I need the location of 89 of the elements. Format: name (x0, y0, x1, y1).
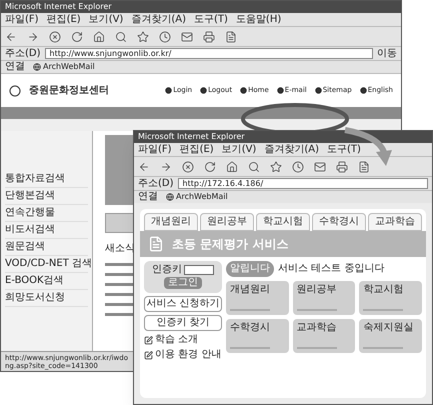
window-title: Microsoft Internet Explorer (138, 133, 245, 141)
sidebar-item[interactable]: E-BOOK검색 (5, 273, 88, 290)
menu-item[interactable]: 파일(F) (5, 14, 39, 24)
clock-icon[interactable] (292, 160, 304, 172)
tab[interactable]: 교과학습 (368, 213, 422, 231)
sidebar-item[interactable]: 비도서검색 (5, 222, 88, 239)
tab[interactable]: 수학경시 (312, 213, 366, 231)
address-label: 주소(D) (138, 178, 174, 188)
star-icon[interactable] (270, 160, 282, 172)
category-card[interactable]: 원리공부 (292, 281, 356, 315)
note-icon (144, 336, 153, 344)
refresh-icon[interactable] (204, 160, 216, 172)
category-card[interactable]: 수학경시 (226, 319, 289, 353)
printer-icon[interactable] (336, 160, 348, 172)
login-button[interactable]: 로그인 (164, 277, 202, 289)
bullet-icon (314, 87, 322, 94)
menu-item[interactable]: 즐겨찾기(A) (264, 144, 319, 154)
category-card[interactable]: 교과학습 (292, 319, 356, 353)
menu-item[interactable]: 도구(T) (194, 14, 228, 24)
card-title: 교과학습 (296, 323, 337, 333)
side-link[interactable]: 이용 환경 안내 (144, 349, 222, 361)
mail-icon[interactable] (314, 160, 326, 172)
bullet-icon (165, 87, 172, 94)
home-icon[interactable] (93, 30, 105, 42)
card-title: 수학경시 (230, 323, 270, 333)
tab[interactable]: 학교시험 (256, 213, 310, 231)
notice-badge: 알립니다 (226, 261, 274, 277)
star-icon[interactable] (137, 30, 149, 42)
menu-item[interactable]: 즐겨찾기(A) (131, 14, 186, 24)
bullet-icon (360, 87, 367, 94)
logo-icon (9, 84, 21, 96)
links-label: 연결 (138, 192, 158, 202)
bullet-icon (276, 87, 284, 94)
card-title: 학교시험 (363, 285, 404, 295)
card-title: 숙제지원실 (363, 323, 414, 333)
forward-icon[interactable] (27, 30, 39, 42)
category-card[interactable]: 학교시험 (359, 281, 422, 315)
stop-icon[interactable] (49, 30, 61, 42)
address-field[interactable]: http://172.16.4.186/ (178, 178, 428, 189)
back-icon[interactable] (138, 160, 150, 172)
login-label: 인증키 (152, 265, 182, 275)
key-input[interactable] (184, 265, 214, 275)
search-icon[interactable] (115, 30, 127, 42)
sidebar-item[interactable]: 통합자료검색 (5, 171, 88, 188)
menu-item[interactable]: 편집(E) (46, 14, 81, 24)
refresh-icon[interactable] (71, 30, 83, 42)
side-link[interactable]: 학습 소개 (144, 334, 222, 346)
address-field[interactable]: http://www.snjungwonlib.or.kr/ (44, 48, 373, 59)
banner-title: 초등 문제평가 서비스 (172, 236, 288, 253)
printer-icon[interactable] (203, 30, 215, 42)
menu-item[interactable]: 편집(E) (180, 144, 214, 154)
category-card[interactable]: 숙제지원실 (359, 319, 422, 353)
document-icon[interactable] (225, 30, 237, 42)
links-label: 연결 (5, 62, 25, 72)
note-icon (144, 350, 153, 360)
back-icon[interactable] (5, 30, 17, 42)
menu-item[interactable]: 파일(F) (138, 144, 172, 154)
menu-item[interactable]: 보기(V) (222, 144, 256, 154)
card-title: 개념원리 (230, 285, 270, 295)
site-name: 중원문화정보센터 (29, 84, 109, 98)
category-card[interactable]: 개념원리 (226, 281, 289, 315)
sidebar-item[interactable]: 연속간행물 (5, 205, 88, 222)
clock-icon[interactable] (159, 30, 171, 42)
go-button[interactable]: 이동 (377, 48, 397, 58)
sidebar-item[interactable]: 원문검색 (5, 239, 88, 256)
address-label: 주소(D) (5, 48, 41, 58)
link-button[interactable]: ArchWebMail (166, 193, 228, 201)
bullet-icon (200, 87, 208, 94)
window-title: Microsoft Internet Explorer (5, 3, 112, 11)
notice-text: 서비스 테스트 중입니다 (278, 264, 384, 274)
mail-icon[interactable] (181, 30, 193, 42)
tab[interactable]: 개념원리 (144, 213, 198, 231)
sidebar-item[interactable]: VOD/CD-NET 검색 (5, 256, 88, 273)
document-icon[interactable] (358, 160, 370, 172)
menu-item[interactable]: 보기(V) (88, 14, 124, 24)
home-icon[interactable] (226, 160, 238, 172)
link-button[interactable]: ArchWebMail (33, 63, 95, 71)
sidebar-item[interactable]: 단행본검색 (5, 188, 88, 205)
menu-item[interactable]: 도움말(H) (236, 14, 282, 24)
menu-item[interactable]: 도구(T) (327, 144, 361, 154)
side-button[interactable]: 서비스 신청하기 (144, 296, 222, 312)
stop-icon[interactable] (182, 160, 194, 172)
card-title: 원리공부 (296, 285, 337, 295)
search-icon[interactable] (248, 160, 260, 172)
bullet-icon (240, 87, 248, 94)
side-button[interactable]: 인증키 찾기 (144, 315, 222, 331)
sidebar-item[interactable]: 희망도서신청 (5, 290, 88, 307)
forward-icon[interactable] (160, 160, 172, 172)
tab[interactable]: 원리공부 (200, 213, 254, 231)
